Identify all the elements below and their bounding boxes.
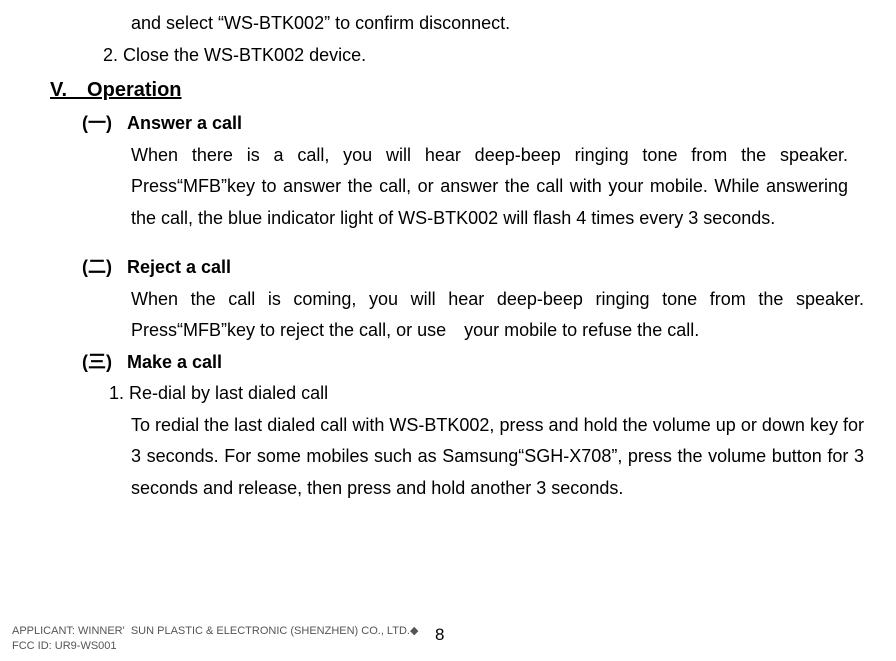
subheading-make-call: (三)Make a call: [32, 347, 864, 379]
footer: APPLICANT: WINNER' SUN PLASTIC & ELECTRO…: [12, 624, 418, 653]
para-make-call-1: To redial the last dialed call with WS-B…: [32, 410, 864, 505]
page-number: 8: [435, 625, 444, 645]
document-content: and select “WS-BTK002” to confirm discon…: [0, 0, 896, 504]
section-heading: V. Operation: [32, 73, 864, 108]
para-answer-call: When there is a call, you will hear deep…: [32, 140, 864, 235]
numbered-item-1: 1. Re-dial by last dialed call: [32, 378, 864, 410]
spacer: [32, 236, 864, 252]
intro-line-2: 2. Close the WS-BTK002 device.: [32, 40, 864, 72]
subheading-answer-call: (一)Answer a call: [32, 108, 864, 140]
footer-fccid: FCC ID: UR9-WS001: [12, 639, 418, 653]
subheading-reject-call: (二)Reject a call: [32, 252, 864, 284]
subheading-num-3: (三): [82, 347, 127, 379]
subheading-title-3: Make a call: [127, 352, 222, 372]
subheading-title-1: Answer a call: [127, 113, 242, 133]
subheading-num-2: (二): [82, 252, 127, 284]
subheading-num-1: (一): [82, 108, 127, 140]
intro-line-1: and select “WS-BTK002” to confirm discon…: [32, 8, 864, 40]
para-reject-call: When the call is coming, you will hear d…: [32, 284, 864, 347]
subheading-title-2: Reject a call: [127, 257, 231, 277]
footer-applicant: APPLICANT: WINNER' SUN PLASTIC & ELECTRO…: [12, 624, 418, 638]
